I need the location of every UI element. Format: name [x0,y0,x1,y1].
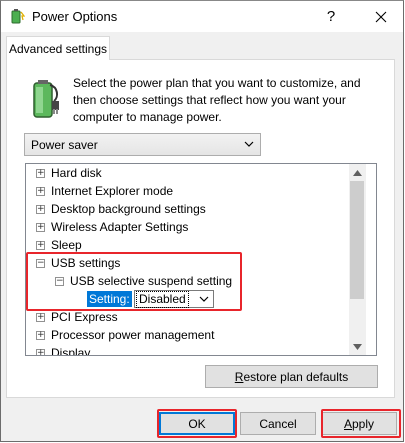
setting-label: Setting: [87,291,132,307]
expand-icon[interactable]: + [36,187,45,196]
tab-label: Advanced settings [8,41,108,56]
apply-label: Apply [344,417,374,431]
chevron-down-icon [199,296,209,302]
expand-icon[interactable]: + [36,169,45,178]
battery-power-icon [33,80,59,118]
tree-item-label: Internet Explorer mode [51,184,174,198]
help-glyph: ? [326,8,336,25]
cancel-button[interactable]: Cancel [240,412,316,435]
settings-tree[interactable]: + Hard disk + Internet Explorer mode + D… [25,163,377,356]
scroll-thumb[interactable] [350,181,364,299]
expand-icon[interactable]: + [36,241,45,250]
ok-button[interactable]: OK [159,412,235,435]
setting-value-select[interactable]: Disabled [134,290,214,308]
title-bar: Power Options ? [1,1,403,32]
apply-label-rest: pply [352,416,375,431]
tree-scrollbar[interactable] [349,164,366,355]
power-plan-value: Power saver [31,138,98,152]
power-options-app-icon [11,9,25,24]
collapse-icon[interactable]: − [55,277,64,286]
apply-button[interactable]: Apply [321,412,397,435]
expand-icon[interactable]: + [36,205,45,214]
restore-label-rest: estore plan defaults [243,369,349,384]
expand-icon[interactable]: + [36,313,45,322]
description-text: Select the power plan that you want to c… [73,76,361,124]
tree-item-label: Processor power management [51,328,215,342]
scroll-down-button[interactable] [349,338,366,355]
tree-item-label: PCI Express [51,310,118,324]
help-button[interactable]: ? [311,1,351,32]
arrow-up-icon [353,169,362,176]
close-button[interactable] [359,1,403,32]
setting-value: Disabled [136,291,189,308]
tree-item-label: Hard disk [51,166,102,180]
expand-icon[interactable]: + [36,223,45,232]
tab-advanced-settings[interactable]: Advanced settings [6,36,110,60]
tree-item-label: Sleep [51,238,82,252]
tree-item-label: USB settings [51,256,121,270]
collapse-icon[interactable]: − [36,259,45,268]
apply-access-key: A [343,416,352,431]
close-icon [375,11,387,22]
chevron-down-icon [244,141,254,147]
tree-item-label: Desktop background settings [51,202,206,216]
scroll-up-button[interactable] [349,164,366,181]
power-plan-select[interactable]: Power saver [24,133,261,156]
cancel-label: Cancel [259,416,297,431]
restore-plan-defaults-button[interactable]: Restore plan defaults [205,365,378,388]
tree-item-label: USB selective suspend setting [70,274,233,288]
tree-item-label: Wireless Adapter Settings [51,220,189,234]
expand-icon[interactable]: + [36,331,45,340]
window-title: Power Options [32,9,118,24]
tree-item-label: Display [51,346,91,356]
restore-label: Restore plan defaults [235,370,348,384]
expand-icon[interactable]: + [36,349,45,355]
ok-label: OK [188,416,206,431]
arrow-down-icon [353,343,362,350]
